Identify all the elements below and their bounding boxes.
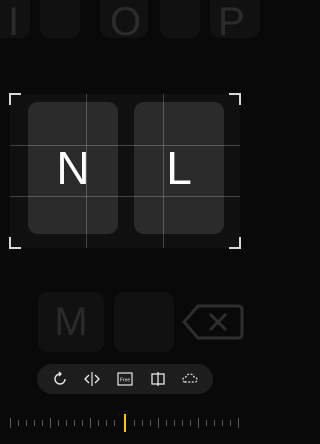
ruler-tick [166, 420, 167, 426]
ruler-tick [230, 420, 231, 426]
lasso-icon [182, 373, 199, 383]
ghost-letter-p: P [218, 0, 245, 44]
flip-horizontal-icon [84, 372, 101, 386]
crop-grid-line [86, 94, 87, 248]
crop-grid-line [10, 196, 240, 197]
ruler-tick [58, 420, 59, 426]
key-l-preview: L [134, 102, 224, 234]
ruler-tick [206, 420, 207, 426]
ruler-tick [26, 420, 27, 426]
ruler-tick [98, 420, 99, 426]
ruler-tick [42, 420, 43, 426]
ghost-key [160, 0, 200, 38]
ruler-tick [18, 420, 19, 426]
lasso-button[interactable] [180, 369, 200, 389]
ruler-tick [50, 418, 51, 428]
ruler-tick [214, 420, 215, 426]
ghost-letter-m: M [54, 299, 88, 344]
ruler-tick [10, 418, 11, 428]
ghost-backspace-icon [182, 304, 244, 345]
rotate-icon [53, 371, 66, 385]
ghost-key [114, 292, 174, 352]
ruler-tick [66, 420, 67, 426]
ruler-tick [106, 420, 107, 426]
ruler-tick [182, 420, 183, 426]
ruler-tick [238, 418, 239, 428]
rotation-ruler[interactable] [0, 412, 250, 434]
crop-handle-top-left[interactable] [9, 93, 21, 105]
ruler-tick [174, 420, 175, 426]
ghost-key-m: M [38, 292, 104, 352]
background-keyboard-top-row: I O P [0, 0, 260, 60]
mirror-icon [150, 372, 165, 386]
crop-toolbar: Free [37, 364, 213, 394]
key-n-label: N [56, 142, 90, 194]
ruler-tick [74, 420, 75, 426]
crop-area[interactable]: N L [9, 93, 241, 249]
key-l-label: L [166, 142, 192, 194]
ruler-tick [90, 418, 91, 428]
photo-editor-screen: { "background_keyboard": { "top_row_lett… [0, 0, 260, 444]
crop-handle-top-right[interactable] [229, 93, 241, 105]
ruler-tick [82, 420, 83, 426]
free-label: Free [120, 378, 131, 384]
ruler-tick [134, 420, 135, 426]
free-aspect-icon: Free [117, 372, 133, 386]
crop-handle-bottom-right[interactable] [229, 237, 241, 249]
crop-grid-line [163, 94, 164, 248]
ghost-key [40, 0, 80, 38]
ruler-tick [222, 420, 223, 426]
ghost-letter-i: I [8, 0, 20, 44]
ruler-tick [114, 420, 115, 426]
ruler-tick [190, 420, 191, 426]
ruler-tick [34, 420, 35, 426]
ruler-tick [198, 418, 199, 428]
crop-grid-line [10, 145, 240, 146]
flip-horizontal-button[interactable] [82, 369, 102, 389]
rotate-button[interactable] [50, 369, 70, 389]
mirror-button[interactable] [148, 369, 168, 389]
free-aspect-button[interactable]: Free [115, 369, 135, 389]
ruler-tick [150, 420, 151, 426]
ruler-tick [142, 420, 143, 426]
crop-handle-bottom-left[interactable] [9, 237, 21, 249]
ruler-center-indicator [124, 414, 126, 432]
key-n-preview: N [28, 102, 118, 234]
ruler-tick [158, 418, 159, 428]
background-keyboard-bottom-row: M [0, 292, 250, 352]
ghost-letter-o: O [110, 0, 142, 44]
